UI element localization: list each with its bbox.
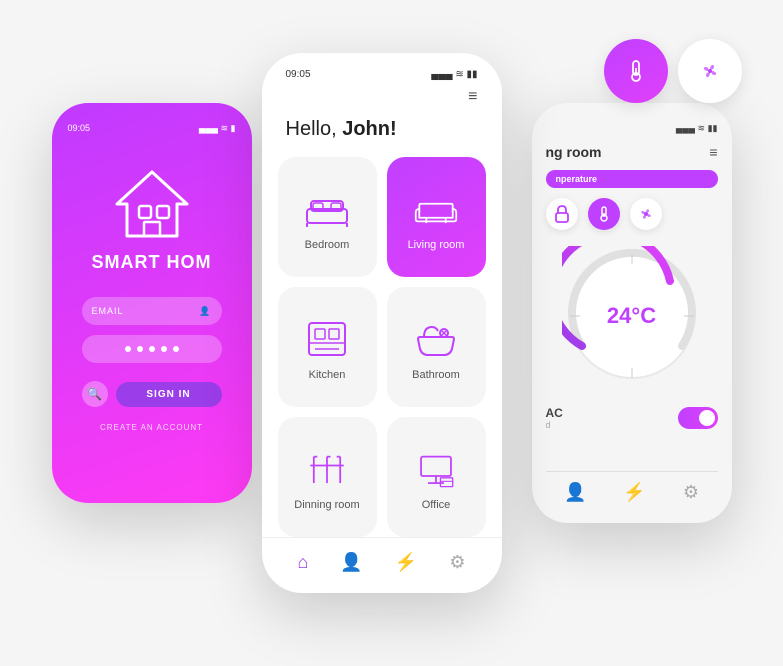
diningroom-icon	[305, 447, 349, 491]
thermometer-icon-circle[interactable]	[588, 198, 620, 230]
office-label: Office	[422, 499, 451, 511]
room-title-row: ng room ≡	[546, 144, 718, 160]
nav-user-right[interactable]: 👤	[564, 482, 586, 503]
bottom-nav-right: 👤 ⚡ ⚙	[546, 471, 718, 503]
nav-user[interactable]: 👤	[340, 552, 362, 573]
bedroom-icon	[305, 187, 349, 231]
bottom-nav-center: ⌂ 👤 ⚡ ⚙	[262, 537, 502, 593]
room-livingroom[interactable]: Living room	[387, 157, 486, 277]
nav-settings[interactable]: ⚙	[449, 552, 465, 573]
kitchen-label: Kitchen	[309, 369, 346, 381]
phone-center: 09:05 ▄▄▄ ≋ ▮▮ ≡ Hello, John!	[262, 53, 502, 593]
phone-right: ▄▄▄ ≋ ▮▮ ng room ≡ nperature	[532, 103, 732, 523]
bathroom-icon	[414, 317, 458, 361]
search-icon[interactable]: 🔍	[82, 381, 108, 407]
room-bathroom[interactable]: Bathroom	[387, 287, 486, 407]
bathroom-label: Bathroom	[412, 369, 460, 381]
thermometer-circle[interactable]	[604, 39, 668, 103]
center-status-bar: 09:05 ▄▄▄ ≋ ▮▮	[262, 53, 502, 88]
phones-container: 09:05 ▄▄▄ ≋ ▮ SMART HOM EMAIL 👤 🔍	[32, 23, 752, 643]
toggle-knob	[699, 410, 715, 426]
ac-label: AC	[546, 406, 563, 420]
greeting-hello: Hello,	[286, 118, 343, 140]
fan-circle[interactable]	[678, 39, 742, 103]
nav-settings-right[interactable]: ⚙	[683, 482, 699, 503]
action-row: 🔍 SIGN IN	[82, 381, 222, 407]
control-icons	[546, 198, 718, 230]
user-icon: 👤	[199, 306, 211, 317]
lock-icon-circle[interactable]	[546, 198, 578, 230]
left-signal: ▄▄▄ ≋ ▮	[199, 123, 236, 134]
bedroom-label: Bedroom	[305, 239, 350, 251]
right-signal: ▄▄▄ ≋ ▮▮	[676, 123, 718, 134]
livingroom-label: Living room	[408, 239, 465, 251]
hamburger-right[interactable]: ≡	[709, 144, 717, 160]
center-time: 09:05	[286, 69, 311, 80]
left-time: 09:05	[68, 123, 91, 134]
hamburger-menu[interactable]: ≡	[262, 88, 502, 114]
email-label: EMAIL	[92, 306, 124, 316]
temp-value: 24°C	[607, 303, 656, 329]
dot5	[173, 346, 179, 352]
room-office[interactable]: Office	[387, 417, 486, 537]
password-input[interactable]	[82, 335, 222, 363]
office-icon	[414, 447, 458, 491]
brand-text: SMART HOM	[92, 252, 212, 273]
create-account-link[interactable]: CREATE AN ACCOUNT	[100, 423, 203, 432]
greeting: Hello, John!	[262, 114, 502, 157]
room-title: ng room	[546, 144, 602, 160]
nav-home[interactable]: ⌂	[298, 552, 309, 573]
ac-toggle[interactable]	[678, 407, 718, 429]
diningroom-label: Dinning room	[294, 499, 359, 511]
fan-icon-circle[interactable]	[630, 198, 662, 230]
house-icon	[107, 164, 197, 244]
right-status-bar: ▄▄▄ ≋ ▮▮	[546, 123, 718, 134]
temp-dial[interactable]: 24°C	[562, 246, 702, 386]
kitchen-icon	[305, 317, 349, 361]
sign-in-button[interactable]: SIGN IN	[116, 382, 222, 407]
rooms-grid: Bedroom Living room	[262, 157, 502, 537]
room-diningroom[interactable]: Dinning room	[278, 417, 377, 537]
phone-left: 09:05 ▄▄▄ ≋ ▮ SMART HOM EMAIL 👤 🔍	[52, 103, 252, 503]
dot1	[125, 346, 131, 352]
livingroom-icon	[414, 187, 458, 231]
room-kitchen[interactable]: Kitchen	[278, 287, 377, 407]
nav-bolt[interactable]: ⚡	[395, 552, 417, 573]
temp-badge[interactable]: nperature	[546, 170, 718, 188]
greeting-name: John!	[342, 118, 396, 140]
left-status-bar: 09:05 ▄▄▄ ≋ ▮	[68, 123, 236, 134]
room-bedroom[interactable]: Bedroom	[278, 157, 377, 277]
email-input[interactable]: EMAIL 👤	[82, 297, 222, 325]
dot3	[149, 346, 155, 352]
menu-icon: ≡	[468, 88, 477, 105]
nav-bolt-right[interactable]: ⚡	[623, 482, 645, 503]
dot4	[161, 346, 167, 352]
dot2	[137, 346, 143, 352]
ac-row: AC d	[546, 406, 718, 430]
ac-sub: d	[546, 420, 563, 430]
floating-circles	[604, 39, 742, 103]
center-signal: ▄▄▄ ≋ ▮▮	[431, 69, 477, 80]
